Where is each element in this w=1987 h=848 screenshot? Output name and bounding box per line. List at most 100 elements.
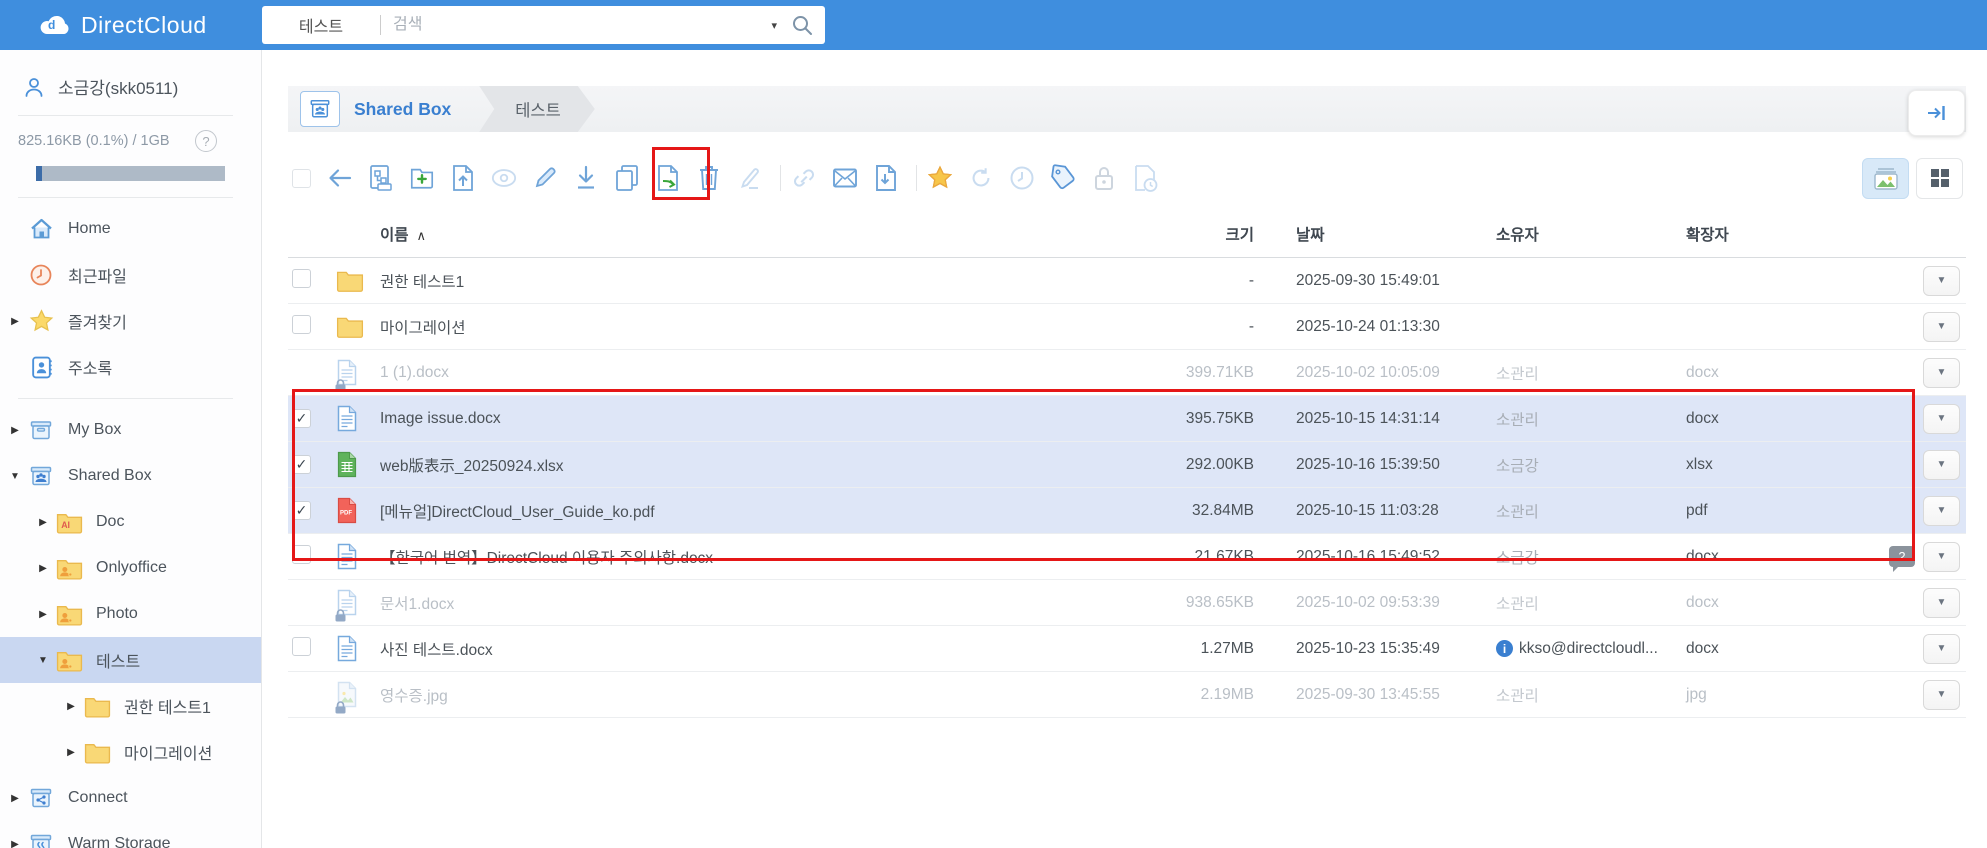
copy-structure-icon[interactable] bbox=[368, 163, 394, 193]
row-menu-button[interactable]: ▼ bbox=[1923, 587, 1960, 618]
table-row[interactable]: 1 (1).docx 399.71KB 2025-10-02 10:05:09 … bbox=[288, 350, 1966, 396]
table-row[interactable]: 【한국어 번역】DirectCloud 이용자 주의사항.docx 21.67K… bbox=[288, 534, 1966, 580]
header-date[interactable]: 날짜 bbox=[1276, 223, 1476, 245]
row-menu-button[interactable]: ▼ bbox=[1923, 633, 1960, 664]
breadcrumb-current[interactable]: 테스트 bbox=[479, 86, 595, 132]
back-icon[interactable] bbox=[327, 163, 353, 193]
file-name[interactable]: 권한 테스트1 bbox=[380, 270, 1126, 292]
grid-view-button[interactable] bbox=[1916, 157, 1963, 199]
table-row[interactable]: 권한 테스트1 - 2025-09-30 15:49:01 ▼ bbox=[288, 258, 1966, 304]
table-row[interactable]: ✓ web版表示_20250924.xlsx 292.00KB 2025-10-… bbox=[288, 442, 1966, 488]
schedule-icon[interactable] bbox=[1009, 163, 1035, 193]
table-row[interactable]: 사진 테스트.docx 1.27MB 2025-10-23 15:35:49 i… bbox=[288, 626, 1966, 672]
upload-icon[interactable] bbox=[450, 163, 476, 193]
sidebar-item-favorites[interactable]: ▶ 즐겨찾기 bbox=[0, 298, 261, 344]
link-icon[interactable] bbox=[791, 163, 817, 193]
delete-icon[interactable] bbox=[696, 163, 722, 193]
comment-count-badge[interactable]: 2 bbox=[1889, 546, 1915, 572]
select-all-checkbox[interactable] bbox=[292, 168, 311, 188]
expander-icon[interactable]: ▶ bbox=[8, 793, 22, 804]
expander-icon[interactable]: ▶ bbox=[36, 563, 50, 574]
row-checkbox[interactable] bbox=[292, 636, 311, 656]
copy-icon[interactable] bbox=[614, 163, 640, 193]
favorite-icon[interactable] bbox=[927, 163, 953, 193]
export-icon[interactable] bbox=[873, 163, 899, 193]
tag-icon[interactable] bbox=[1050, 163, 1076, 193]
version-history-icon[interactable] bbox=[1132, 163, 1158, 193]
expander-icon[interactable]: ▶ bbox=[36, 517, 50, 528]
row-checkbox-checked[interactable]: ✓ bbox=[292, 454, 311, 474]
sidebar-item-permission-test1[interactable]: ▶ 권한 테스트1 bbox=[0, 683, 261, 729]
row-menu-button[interactable]: ▼ bbox=[1923, 495, 1960, 526]
table-row[interactable]: ✓ Image issue.docx 395.75KB 2025-10-15 1… bbox=[288, 396, 1966, 442]
sidebar-item-onlyoffice[interactable]: ▶ Onlyoffice bbox=[0, 545, 261, 591]
directcloud-logo[interactable]: d DirectCloud bbox=[38, 12, 207, 39]
expander-icon[interactable]: ▶ bbox=[8, 425, 22, 436]
sidebar-item-photo[interactable]: ▶ Photo bbox=[0, 591, 261, 637]
expander-icon[interactable]: ▶ bbox=[8, 839, 22, 848]
info-icon[interactable]: i bbox=[1496, 640, 1513, 657]
row-menu-button[interactable]: ▼ bbox=[1923, 403, 1960, 434]
sidebar-item-doc[interactable]: ▶ AI Doc bbox=[0, 499, 261, 545]
sidebar-item-my-box[interactable]: ▶ My Box bbox=[0, 407, 261, 453]
search-caret-icon[interactable]: ▾ bbox=[771, 19, 777, 32]
row-menu-button[interactable]: ▼ bbox=[1923, 679, 1960, 710]
table-row[interactable]: 영수증.jpg 2.19MB 2025-09-30 13:45:55 소관리 j… bbox=[288, 672, 1966, 718]
row-checkbox[interactable] bbox=[292, 314, 311, 334]
preview-icon[interactable] bbox=[491, 163, 517, 193]
expander-icon[interactable]: ▶ bbox=[36, 609, 50, 620]
file-name[interactable]: 영수증.jpg bbox=[380, 684, 1126, 706]
mail-icon[interactable] bbox=[832, 163, 858, 193]
sidebar-item-warm-storage[interactable]: ▶ Warm Storage bbox=[0, 821, 261, 848]
sync-icon[interactable] bbox=[968, 163, 994, 193]
row-menu-button[interactable]: ▼ bbox=[1923, 357, 1960, 388]
file-name[interactable]: 1 (1).docx bbox=[380, 364, 1126, 382]
row-menu-button[interactable]: ▼ bbox=[1923, 541, 1960, 572]
expander-icon[interactable]: ▼ bbox=[8, 471, 22, 482]
row-checkbox[interactable] bbox=[292, 544, 311, 564]
download-icon[interactable] bbox=[573, 163, 599, 193]
expander-icon[interactable]: ▶ bbox=[64, 701, 78, 712]
file-name[interactable]: web版表示_20250924.xlsx bbox=[380, 454, 1126, 476]
header-owner[interactable]: 소유자 bbox=[1476, 223, 1666, 245]
thumbnail-view-button[interactable] bbox=[1862, 157, 1909, 199]
row-checkbox-checked[interactable]: ✓ bbox=[292, 408, 311, 428]
sidebar-item-home[interactable]: Home bbox=[0, 206, 261, 252]
search-icon[interactable] bbox=[791, 14, 813, 36]
collapse-panel-button[interactable] bbox=[1908, 90, 1965, 136]
sidebar-item-shared-box[interactable]: ▼ Shared Box bbox=[0, 453, 261, 499]
header-ext[interactable]: 확장자 bbox=[1666, 223, 1846, 245]
sidebar-item-recent-files[interactable]: 최근파일 bbox=[0, 252, 261, 298]
file-name[interactable]: 사진 테스트.docx bbox=[380, 638, 1126, 660]
help-icon[interactable]: ? bbox=[195, 130, 217, 152]
shared-box-icon[interactable] bbox=[300, 91, 340, 127]
sign-icon[interactable] bbox=[737, 163, 763, 193]
search-input[interactable] bbox=[381, 16, 772, 34]
rename-icon[interactable] bbox=[532, 163, 558, 193]
search-scope-selector[interactable]: 테스트 bbox=[262, 13, 380, 37]
expander-icon[interactable]: ▶ bbox=[64, 747, 78, 758]
header-name[interactable]: 이름 ∧ bbox=[380, 223, 1126, 245]
expander-icon[interactable]: ▼ bbox=[36, 655, 50, 666]
file-name[interactable]: 문서1.docx bbox=[380, 592, 1126, 614]
table-row[interactable]: ✓ PDF [메뉴얼]DirectCloud_User_Guide_ko.pdf… bbox=[288, 488, 1966, 534]
row-menu-button[interactable]: ▼ bbox=[1923, 265, 1960, 296]
move-icon[interactable] bbox=[655, 163, 681, 193]
sidebar-item-connect[interactable]: ▶ Connect bbox=[0, 775, 261, 821]
file-name[interactable]: [메뉴얼]DirectCloud_User_Guide_ko.pdf bbox=[380, 500, 1126, 522]
file-name[interactable]: 마이그레이션 bbox=[380, 316, 1126, 338]
file-name[interactable]: 【한국어 번역】DirectCloud 이용자 주의사항.docx bbox=[380, 546, 1126, 568]
header-size[interactable]: 크기 bbox=[1126, 223, 1276, 245]
sidebar-item-migration[interactable]: ▶ 마이그레이션 bbox=[0, 729, 261, 775]
row-checkbox[interactable] bbox=[292, 268, 311, 288]
breadcrumb-root[interactable]: Shared Box bbox=[354, 99, 451, 120]
sidebar-item-test-selected[interactable]: ▼ 테스트 bbox=[0, 637, 261, 683]
row-menu-button[interactable]: ▼ bbox=[1923, 449, 1960, 480]
table-row[interactable]: 문서1.docx 938.65KB 2025-10-02 09:53:39 소관… bbox=[288, 580, 1966, 626]
expander-icon[interactable]: ▶ bbox=[8, 316, 22, 327]
row-menu-button[interactable]: ▼ bbox=[1923, 311, 1960, 342]
table-row[interactable]: 마이그레이션 - 2025-10-24 01:13:30 ▼ bbox=[288, 304, 1966, 350]
file-name[interactable]: Image issue.docx bbox=[380, 410, 1126, 428]
user-account[interactable]: 소금강(skk0511) bbox=[0, 50, 261, 115]
new-folder-icon[interactable] bbox=[409, 163, 435, 193]
